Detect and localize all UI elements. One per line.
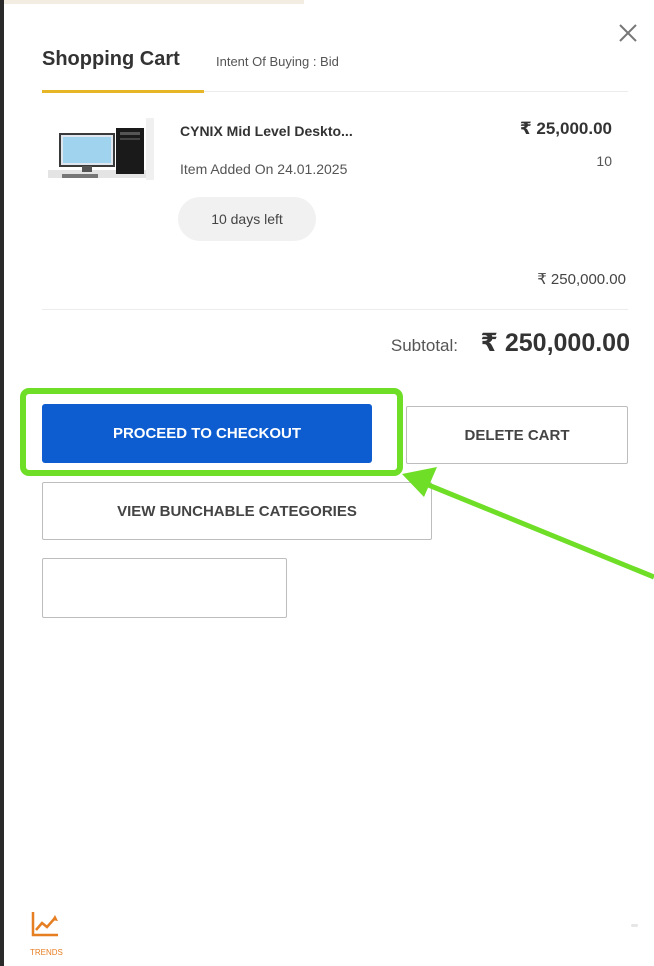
item-quantity: 10 bbox=[596, 153, 612, 169]
view-all-cart-button[interactable] bbox=[42, 558, 287, 618]
subtotal-value: ₹ 250,000.00 bbox=[480, 329, 630, 357]
subtotal-label: Subtotal: bbox=[390, 336, 458, 355]
close-icon[interactable] bbox=[613, 18, 643, 48]
days-left-badge: 10 days left bbox=[178, 197, 316, 241]
top-strip bbox=[4, 0, 304, 4]
delete-cart-button[interactable]: DELETE CART bbox=[406, 406, 628, 464]
item-unit-price: ₹ 25,000.00 bbox=[519, 119, 612, 138]
window-edge bbox=[0, 0, 4, 966]
tab-divider bbox=[204, 91, 628, 92]
view-bunchable-categories-button[interactable]: VIEW BUNCHABLE CATEGORIES bbox=[42, 482, 432, 540]
shopping-cart-tab[interactable]: Shopping Cart bbox=[42, 48, 180, 71]
item-added-date: Item Added On 24.01.2025 bbox=[180, 161, 348, 177]
summary-divider bbox=[42, 309, 628, 310]
active-tab-indicator bbox=[42, 90, 204, 93]
trend-chart-icon[interactable] bbox=[30, 910, 60, 938]
annotation-highlight-box bbox=[20, 388, 403, 476]
trends-label[interactable]: TRENDS bbox=[30, 948, 63, 957]
item-name[interactable]: CYNIX Mid Level Deskto... bbox=[180, 123, 353, 139]
item-line-total: ₹ 250,000.00 bbox=[537, 271, 626, 288]
intent-of-buying: Intent Of Buying : Bid bbox=[216, 54, 339, 69]
scroll-indicator bbox=[631, 924, 638, 927]
desktop-computer-icon[interactable] bbox=[48, 112, 156, 190]
